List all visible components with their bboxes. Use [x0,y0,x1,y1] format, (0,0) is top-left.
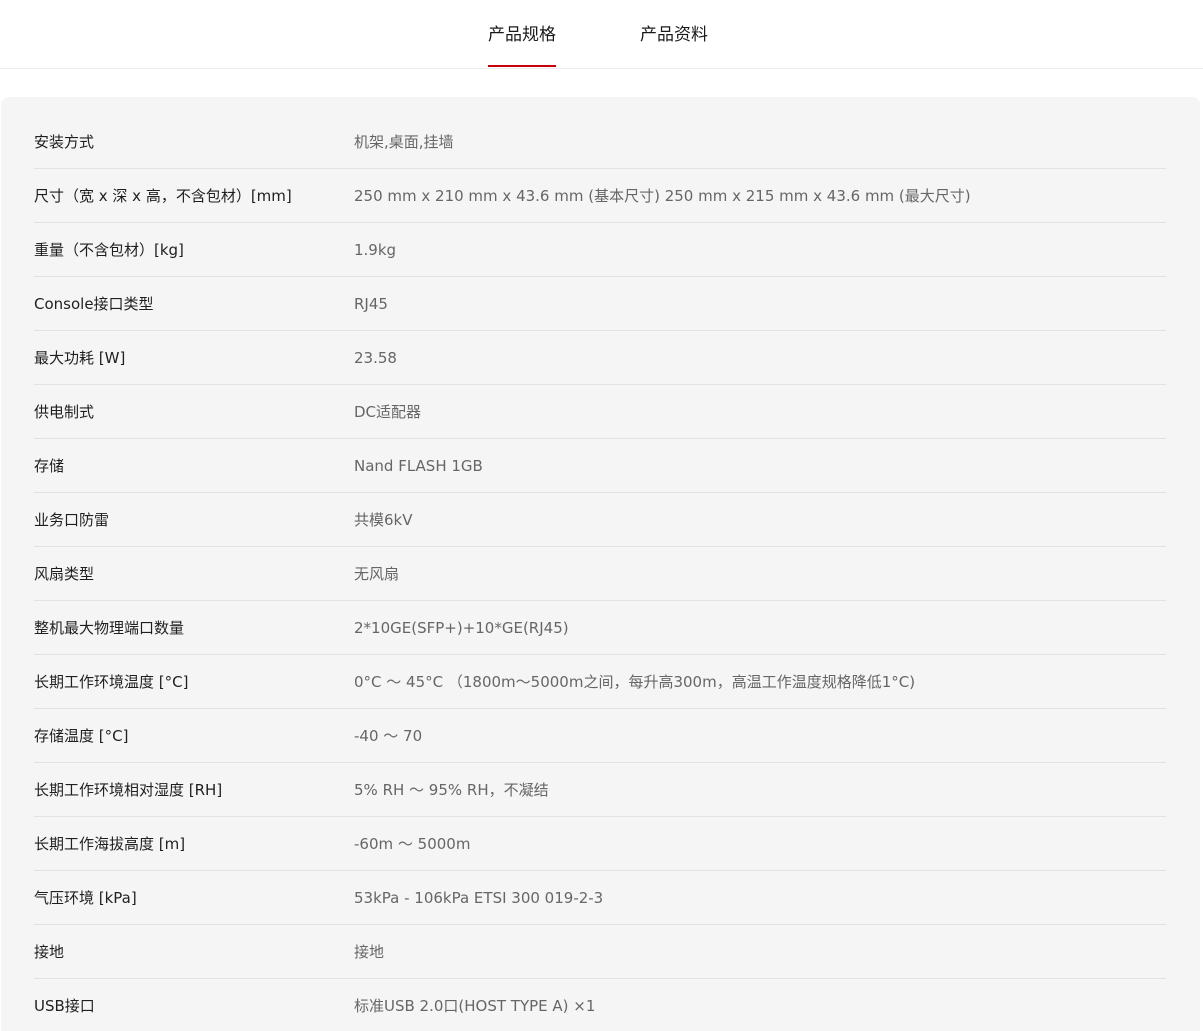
spec-label: 整机最大物理端口数量 [34,619,185,637]
spec-panel: 安装方式 机架,桌面,挂墙 尺寸（宽 x 深 x 高，不含包材）[mm] 250… [1,97,1200,1031]
spec-value: 23.58 [354,349,397,367]
spec-value: 2*10GE(SFP+)+10*GE(RJ45) [354,619,569,637]
table-row: 长期工作环境温度 [°C] 0°C ～ 45°C （1800m～5000m之间，… [34,655,1166,709]
spec-value: RJ45 [354,295,388,313]
spec-label: 接地 [34,943,65,961]
spec-value: 机架,桌面,挂墙 [354,133,454,151]
spec-value: 共模6kV [354,511,413,529]
spec-label: 风扇类型 [34,565,95,583]
spec-label: 业务口防雷 [34,511,110,529]
spec-value: DC适配器 [354,403,422,421]
spec-value: -40 ～ 70 [354,727,423,745]
table-row: 重量（不含包材）[kg] 1.9kg [34,223,1166,277]
spec-label: 重量（不含包材）[kg] [34,241,184,259]
table-row: 气压环境 [kPa] 53kPa - 106kPa ETSI 300 019-2… [34,871,1166,925]
spec-label: 尺寸（宽 x 深 x 高，不含包材）[mm] [34,187,292,205]
spec-label: 存储温度 [°C] [34,727,129,745]
spec-label: 最大功耗 [W] [34,349,126,367]
spec-value: 无风扇 [354,565,400,583]
spec-label: 供电制式 [34,403,95,421]
table-row: USB接口 标准USB 2.0口(HOST TYPE A) ×1 [34,979,1166,1031]
spec-label: 长期工作环境温度 [°C] [34,673,189,691]
table-row: 最大功耗 [W] 23.58 [34,331,1166,385]
spec-label: 气压环境 [kPa] [34,889,137,907]
spec-label: 长期工作海拔高度 [m] [34,835,186,853]
spec-value: 53kPa - 106kPa ETSI 300 019-2-3 [354,889,604,907]
spec-value: 1.9kg [354,241,397,259]
spec-label: 长期工作环境相对湿度 [RH] [34,781,223,799]
spec-value: Nand FLASH 1GB [354,457,483,475]
table-row: 长期工作海拔高度 [m] -60m ～ 5000m [34,817,1166,871]
table-row: 风扇类型 无风扇 [34,547,1166,601]
spec-label: 存储 [34,457,65,475]
spec-label: 安装方式 [34,133,95,151]
table-row: 供电制式 DC适配器 [34,385,1166,439]
spec-value: 0°C ～ 45°C （1800m～5000m之间，每升高300m，高温工作温度… [354,673,916,691]
tab-product-specs[interactable]: 产品规格 [488,20,556,67]
table-row: 长期工作环境相对湿度 [RH] 5% RH ～ 95% RH，不凝结 [34,763,1166,817]
table-row: 安装方式 机架,桌面,挂墙 [34,115,1166,169]
table-row: 存储温度 [°C] -40 ～ 70 [34,709,1166,763]
table-row: 尺寸（宽 x 深 x 高，不含包材）[mm] 250 mm x 210 mm x… [34,169,1166,223]
spec-value: 接地 [354,943,385,961]
spec-label: Console接口类型 [34,295,154,313]
table-row: 业务口防雷 共模6kV [34,493,1166,547]
table-row: 接地 接地 [34,925,1166,979]
tab-bar: 产品规格 产品资料 [0,0,1203,69]
table-row: 存储 Nand FLASH 1GB [34,439,1166,493]
table-row: Console接口类型 RJ45 [34,277,1166,331]
spec-table: 安装方式 机架,桌面,挂墙 尺寸（宽 x 深 x 高，不含包材）[mm] 250… [34,115,1166,1031]
table-row: 整机最大物理端口数量 2*10GE(SFP+)+10*GE(RJ45) [34,601,1166,655]
spec-value: 250 mm x 210 mm x 43.6 mm (基本尺寸) 250 mm … [354,187,971,205]
tab-product-documents[interactable]: 产品资料 [640,20,708,45]
spec-value: -60m ～ 5000m [354,835,471,853]
spec-value: 5% RH ～ 95% RH，不凝结 [354,781,549,799]
spec-value: 标准USB 2.0口(HOST TYPE A) ×1 [354,997,596,1015]
spec-label: USB接口 [34,997,95,1015]
